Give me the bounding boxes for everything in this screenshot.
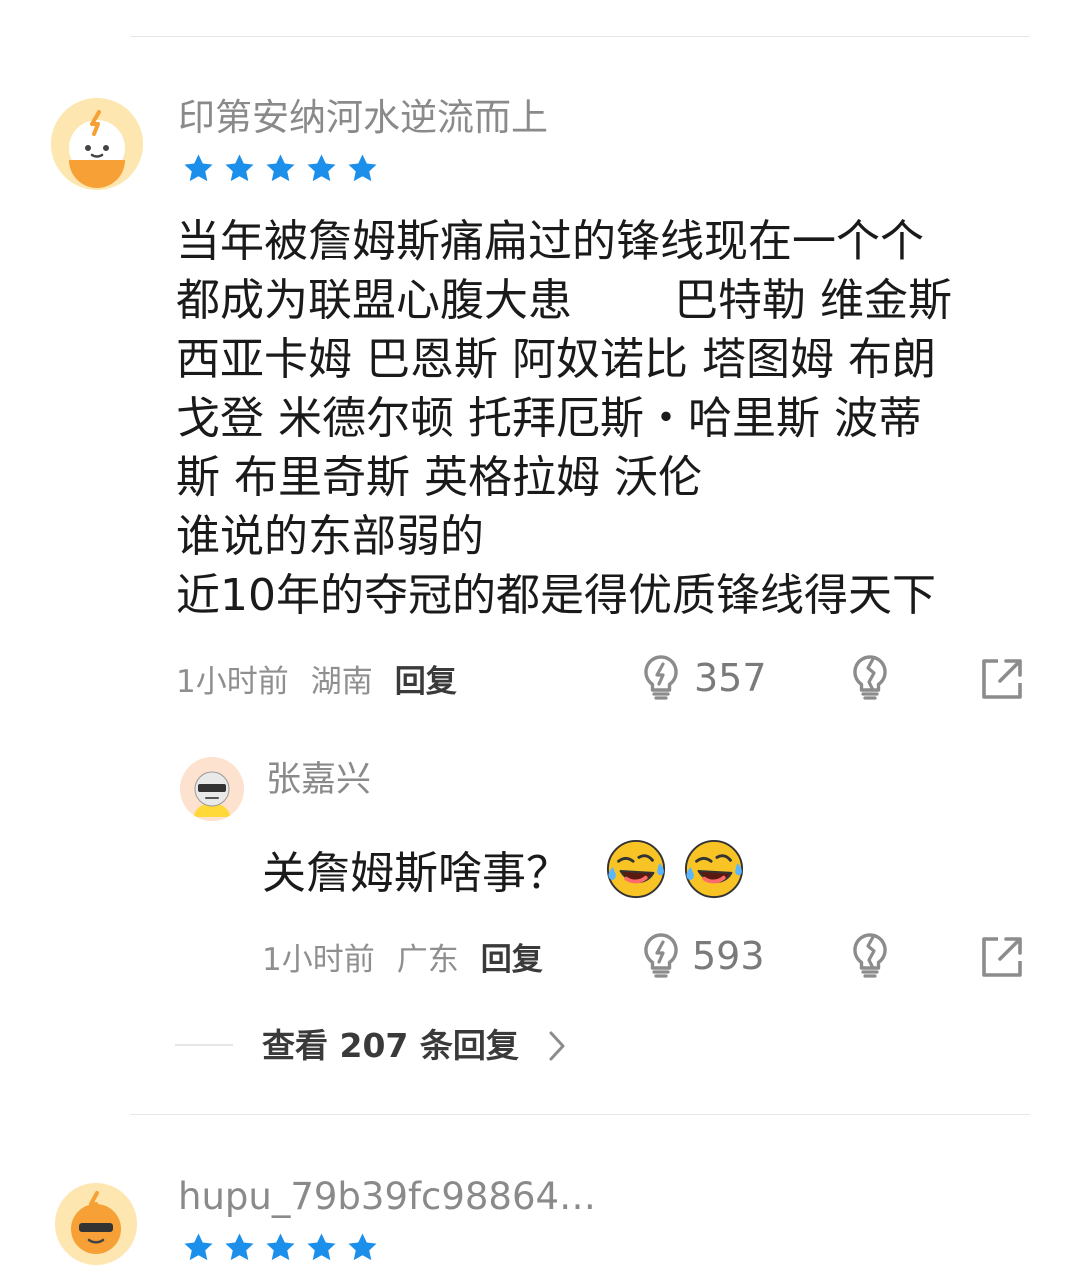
rofl-emoji — [683, 838, 745, 900]
star-icon — [346, 1231, 379, 1264]
broken-light-bulb-icon[interactable] — [846, 931, 894, 979]
share-icon[interactable] — [978, 655, 1026, 703]
chevron-right-icon[interactable] — [546, 1029, 568, 1063]
username[interactable]: 印第安纳河水逆流而上 — [178, 96, 548, 140]
rating-stars — [182, 1231, 379, 1264]
star-icon — [264, 152, 297, 185]
comment-line: 谁说的东部弱的 — [176, 511, 484, 562]
light-bulb-icon[interactable] — [637, 931, 685, 979]
star-icon — [346, 152, 379, 185]
share-icon[interactable] — [978, 933, 1026, 981]
username[interactable]: 张嘉兴 — [266, 758, 371, 802]
rofl-emoji — [605, 838, 667, 900]
view-more-label[interactable]: 查看 207 条回复 — [262, 1025, 519, 1067]
location: 广东 — [396, 941, 459, 978]
reply-body: 关詹姆斯啥事？ — [262, 838, 570, 900]
like-count: 357 — [694, 656, 767, 700]
broken-light-bulb-icon[interactable] — [846, 653, 894, 701]
comment-line: 当年被詹姆斯痛扁过的锋线现在一个个 — [176, 216, 924, 267]
avatar[interactable] — [180, 757, 244, 821]
comment-line: 西亚卡姆 巴恩斯 阿奴诺比 塔图姆 布朗 — [176, 334, 936, 385]
star-icon — [223, 1231, 256, 1264]
timestamp: 1小时前 — [176, 663, 289, 700]
rating-stars — [182, 152, 379, 185]
star-icon — [264, 1231, 297, 1264]
comment-divider — [130, 1114, 1030, 1115]
star-icon — [182, 1231, 215, 1264]
comment-line: 都成为联盟心腹大患 巴特勒 维金斯 — [176, 275, 952, 326]
username[interactable]: hupu_79b39fc98864… — [178, 1174, 596, 1220]
comment-meta: 1小时前 湖南 回复 — [176, 656, 457, 700]
top-divider — [130, 36, 1030, 37]
avatar[interactable] — [51, 98, 143, 190]
avatar[interactable] — [55, 1183, 137, 1265]
timestamp: 1小时前 — [262, 941, 375, 978]
star-icon — [305, 152, 338, 185]
comment-line: 戈登 米德尔顿 托拜厄斯・哈里斯 波蒂 — [176, 393, 922, 444]
star-icon — [305, 1231, 338, 1264]
light-bulb-icon[interactable] — [637, 653, 685, 701]
like-count: 593 — [692, 934, 765, 978]
view-more-divider — [175, 1044, 233, 1046]
reply-button[interactable]: 回复 — [481, 934, 543, 979]
comment-line: 近10年的夺冠的都是得优质锋线得天下 — [176, 570, 936, 621]
star-icon — [182, 152, 215, 185]
star-icon — [223, 152, 256, 185]
reply-text: 关詹姆斯啥事？ — [262, 848, 570, 899]
comment-body: 当年被詹姆斯痛扁过的锋线现在一个个 都成为联盟心腹大患 巴特勒 维金斯 西亚卡姆… — [176, 212, 952, 625]
reply-button[interactable]: 回复 — [395, 656, 457, 701]
location: 湖南 — [310, 663, 373, 700]
reply-meta: 1小时前 广东 回复 — [262, 934, 543, 978]
comment-line: 斯 布里奇斯 英格拉姆 沃伦 — [176, 452, 702, 503]
